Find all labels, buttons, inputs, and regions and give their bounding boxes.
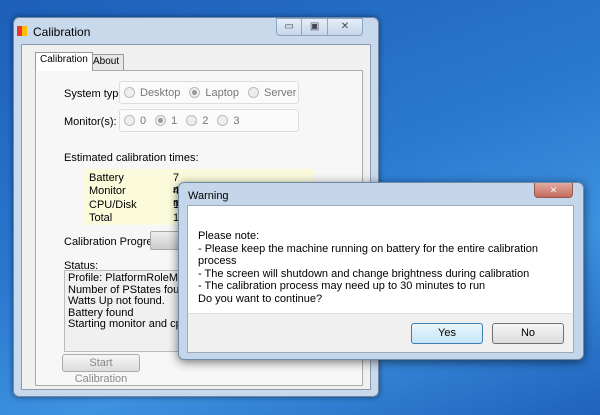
radio-label: Server [264, 86, 297, 99]
dialog-title: Warning [188, 190, 229, 202]
radio-server[interactable]: Server [248, 87, 296, 99]
dialog-message: Please note: - Please keep the machine r… [198, 230, 573, 305]
radio-circle-icon [124, 115, 135, 126]
tab-calibration[interactable]: Calibration [35, 52, 93, 71]
close-button[interactable]: ✕ [328, 19, 362, 35]
radio-selected-icon [189, 87, 201, 98]
system-type-group: Desktop Laptop Server [119, 81, 299, 104]
radio-circle-icon [124, 87, 135, 98]
estimate-row: Monitor4 m [89, 185, 182, 209]
dialog-message-line: Please note: [198, 230, 260, 242]
dialog-message-line: - The screen will shutdown and change br… [198, 267, 530, 280]
maximize-button[interactable]: ▣ [302, 19, 328, 35]
no-button[interactable]: No [492, 323, 564, 344]
estimates-label: Estimated calibration times: [64, 152, 199, 164]
yes-button[interactable]: Yes [411, 323, 483, 344]
monitors-group: 0 1 2 3 [119, 109, 299, 132]
dialog-message-line: - The calibration process may need up to… [198, 280, 486, 292]
window-title: Calibration [33, 25, 91, 39]
radio-monitor-2[interactable]: 2 [186, 115, 208, 127]
dialog-message-area: Please note: - Please keep the machine r… [187, 205, 574, 314]
radio-label: 3 [233, 114, 240, 127]
radio-circle-icon [186, 115, 198, 126]
dialog-button-bar: Yes No [187, 313, 574, 353]
estimate-name: Monitor [89, 185, 126, 197]
radio-monitor-0[interactable]: 0 [124, 115, 146, 127]
minimize-button[interactable]: ▭ [277, 19, 303, 35]
dialog-message-line: - Please keep the machine running on bat… [198, 242, 538, 268]
estimate-name: Total [89, 212, 113, 224]
app-icon [17, 26, 27, 36]
estimate-row: Total18 [89, 212, 185, 224]
tab-about[interactable]: About [88, 54, 125, 71]
radio-label: 0 [140, 114, 147, 127]
radio-selected-icon [155, 115, 167, 126]
radio-label: Laptop [205, 86, 240, 99]
radio-label: 1 [171, 114, 178, 127]
estimate-name: CPU/Disk [89, 199, 137, 211]
radio-label: Desktop [140, 86, 181, 99]
radio-monitor-1[interactable]: 1 [155, 115, 177, 127]
start-calibration-button[interactable]: Start Calibration [62, 354, 140, 385]
estimate-name: Battery [89, 172, 124, 184]
radio-desktop[interactable]: Desktop [124, 87, 180, 99]
estimate-row: CPU/Disk13 [89, 199, 185, 211]
monitors-label: Monitor(s): [64, 116, 117, 128]
radio-label: 2 [202, 114, 209, 127]
warning-dialog: Warning ✕ Please note: - Please keep the… [178, 182, 584, 360]
window-controls: ▭ ▣ ✕ [276, 18, 363, 36]
radio-monitor-3[interactable]: 3 [217, 114, 240, 127]
estimate-row: Battery7 minutes [89, 172, 212, 196]
dialog-message-line: Do you want to continue? [198, 292, 323, 305]
radio-circle-icon [248, 87, 260, 98]
radio-laptop[interactable]: Laptop [189, 87, 239, 99]
progress-label: Calibration Progress [64, 236, 164, 248]
dialog-close-button[interactable]: ✕ [534, 183, 573, 198]
radio-circle-icon [217, 115, 229, 126]
